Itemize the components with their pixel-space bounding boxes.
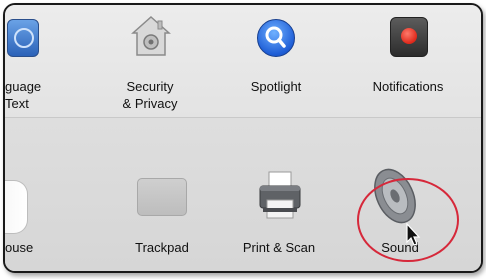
pane-mouse[interactable]: ouse <box>5 118 67 271</box>
notifications-icon <box>390 17 428 57</box>
pane-label: Notifications <box>372 79 444 94</box>
pane-language-text[interactable]: guage Text <box>5 5 67 117</box>
trackpad-icon <box>137 178 187 216</box>
printer-icon <box>259 171 301 219</box>
pane-label: ouse <box>5 240 34 255</box>
speaker-icon <box>374 168 416 224</box>
pane-label: Security & Privacy <box>122 79 178 111</box>
pane-label: Print & Scan <box>242 240 316 255</box>
language-text-icon <box>7 19 39 57</box>
pane-label: Sound <box>381 240 419 255</box>
spotlight-search-icon <box>257 19 295 57</box>
security-house-icon <box>131 15 171 56</box>
pane-trackpad[interactable]: Trackpad <box>117 118 207 271</box>
pane-label: Spotlight <box>250 79 302 94</box>
pane-security-privacy[interactable]: Security & Privacy <box>105 5 195 117</box>
mouse-icon <box>5 180 28 234</box>
pane-sound[interactable]: Sound <box>357 118 447 271</box>
pane-label: Trackpad <box>135 240 189 255</box>
pane-label: guage Text <box>5 79 42 111</box>
pane-spotlight[interactable]: Spotlight <box>231 5 321 117</box>
pane-notifications[interactable]: Notifications <box>355 5 461 117</box>
pointer-cursor-icon <box>406 223 421 246</box>
pane-print-scan[interactable]: Print & Scan <box>229 118 329 271</box>
